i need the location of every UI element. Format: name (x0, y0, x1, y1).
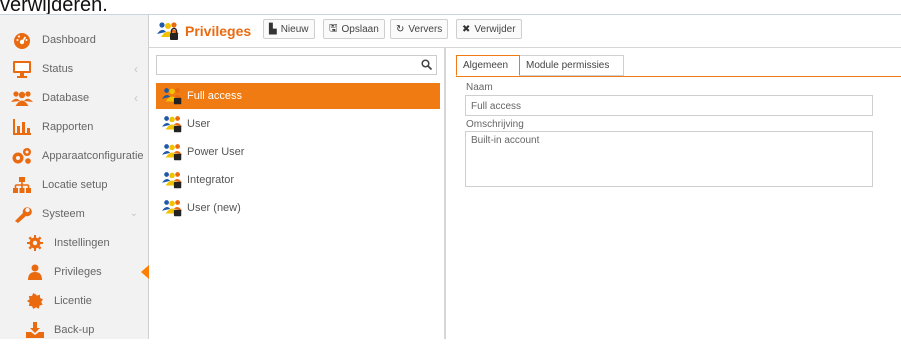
sidebar-item-label: Rapporten (42, 120, 94, 133)
sidebar-item-privileges[interactable]: Privileges (0, 257, 149, 286)
users-lock-icon (157, 21, 181, 44)
sidebar-item-label: Systeem (42, 207, 85, 220)
sidebar-item-label: Apparaatconfiguratie (42, 149, 144, 162)
sidebar-item-label: Database (42, 91, 90, 104)
sidebar-item-label: Back-up (54, 323, 95, 336)
app-window: Dashboard Status ‹ Database ‹ Rapporten (0, 14, 901, 339)
users-lock-icon (162, 114, 184, 137)
sidebar-item-label: Dashboard (42, 33, 96, 46)
list-item-label: Full access (187, 90, 243, 102)
sidebar-item-rapporten[interactable]: Rapporten (0, 112, 148, 141)
refresh-button-label: Ververs (408, 23, 443, 35)
close-icon: ✖ (462, 23, 471, 35)
list-item-label: User (187, 118, 211, 130)
users-icon (11, 89, 33, 107)
wrench-icon (11, 205, 33, 223)
users-lock-icon (162, 142, 184, 165)
list-item-label: Integrator (187, 174, 235, 186)
description-label: Omschrijving (466, 119, 524, 130)
list-item-label: User (new) (187, 202, 241, 214)
privileges-list-panel: Full access User Power User Integrator U… (149, 48, 445, 339)
chevron-left-icon: ‹ (134, 90, 138, 105)
delete-button[interactable]: ✖ Verwijder (456, 19, 522, 39)
user-icon (24, 263, 46, 281)
tab-algemeen[interactable]: Algemeen (456, 55, 520, 76)
active-indicator (141, 265, 149, 279)
list-item[interactable]: Power User (156, 139, 440, 165)
page-title: Privileges (185, 23, 252, 39)
list-item[interactable]: User (new) (156, 195, 440, 221)
sidebar-item-back-up[interactable]: Back-up (0, 315, 148, 344)
sidebar-item-label: Privileges (54, 265, 102, 278)
refresh-button[interactable]: ↻ Ververs (390, 19, 449, 39)
sitemap-icon (11, 176, 33, 194)
sidebar-item-database[interactable]: Database ‹ (0, 83, 148, 112)
sidebar: Dashboard Status ‹ Database ‹ Rapporten (0, 15, 149, 339)
list-item[interactable]: Integrator (156, 167, 440, 193)
file-icon: ▙ (269, 23, 277, 35)
chevron-left-icon: ‹ (134, 61, 138, 76)
users-lock-icon (162, 170, 184, 193)
users-lock-icon (162, 198, 184, 221)
search-input[interactable] (157, 56, 415, 74)
sidebar-item-apparaatconfiguratie[interactable]: Apparaatconfiguratie (0, 141, 148, 170)
sidebar-item-locatie-setup[interactable]: Locatie setup (0, 170, 148, 199)
save-button-label: Opslaan (341, 23, 379, 35)
refresh-icon: ↻ (396, 23, 405, 35)
monitor-icon (11, 60, 33, 78)
list-item-label: Power User (187, 146, 245, 158)
cogs-icon (11, 147, 33, 165)
certificate-icon (24, 292, 46, 310)
tab-underline (456, 76, 901, 77)
download-icon (24, 321, 46, 339)
search-icon[interactable] (421, 59, 433, 73)
privilege-detail-panel: Algemeen Module permissies Naam Full acc… (445, 48, 901, 339)
dashboard-icon (11, 31, 33, 49)
save-button[interactable]: 🖫 Opslaan (323, 19, 385, 39)
floppy-disk-icon: 🖫 (329, 22, 338, 34)
new-button[interactable]: ▙ Nieuw (263, 19, 315, 39)
sidebar-item-dashboard[interactable]: Dashboard (0, 25, 148, 54)
sidebar-item-label: Locatie setup (42, 178, 108, 191)
new-button-label: Nieuw (280, 23, 309, 35)
sidebar-item-label: Licentie (54, 294, 92, 307)
search-box[interactable] (156, 55, 437, 75)
sidebar-item-label: Instellingen (54, 236, 110, 249)
gear-icon (24, 234, 46, 252)
name-field[interactable]: Full access (465, 95, 873, 116)
description-field[interactable]: Built-in account (465, 131, 873, 187)
users-lock-icon (162, 86, 184, 109)
sidebar-item-instellingen[interactable]: Instellingen (0, 228, 148, 257)
sidebar-item-licentie[interactable]: Licentie (0, 286, 148, 315)
list-item[interactable]: Full access (156, 83, 440, 109)
chevron-down-icon: ⌄ (129, 208, 138, 219)
sidebar-item-systeem[interactable]: Systeem ⌄ (0, 199, 148, 228)
list-item[interactable]: User (156, 111, 440, 137)
sidebar-item-label: Status (42, 62, 74, 75)
page-header: Privileges ▙ Nieuw 🖫 Opslaan ↻ Ververs ✖ Ver… (149, 15, 901, 48)
sidebar-item-status[interactable]: Status ‹ (0, 54, 148, 83)
bar-chart-icon (11, 118, 33, 136)
delete-button-label: Verwijder (474, 23, 516, 35)
tab-module-permissies[interactable]: Module permissies (520, 55, 624, 76)
name-label: Naam (466, 82, 493, 93)
